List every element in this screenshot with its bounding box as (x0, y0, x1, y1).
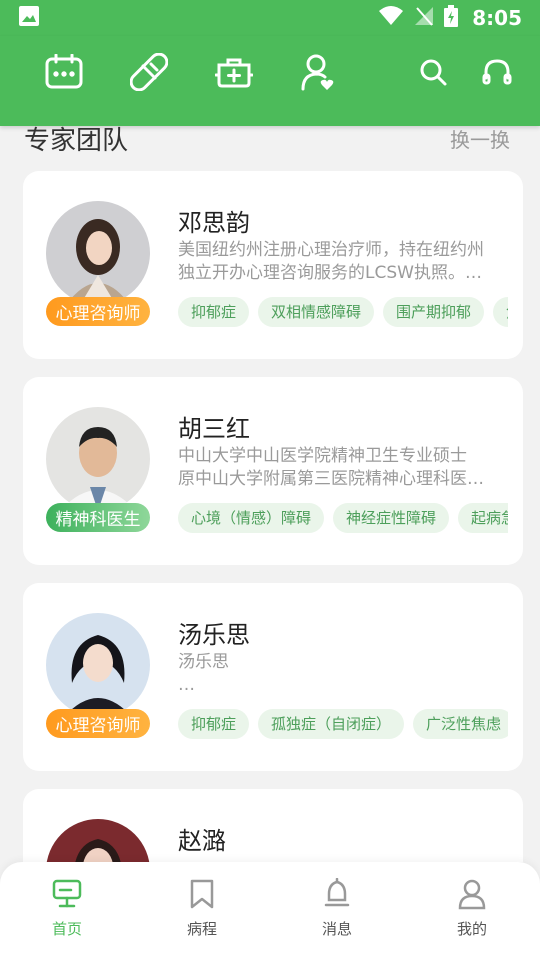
status-bar: 8:05 (0, 0, 540, 36)
battery-charging-icon (444, 5, 459, 31)
description-line: 汤乐思 (178, 652, 229, 672)
nav-profile[interactable]: 我的 (427, 878, 517, 939)
expert-card[interactable]: 赵潞 (23, 789, 523, 862)
user-heart-icon[interactable] (299, 52, 339, 92)
avatar (46, 407, 150, 511)
bottom-nav: 首页 病程 消息 我的 (0, 862, 540, 960)
description-line: 原中山大学附属第三医院精神心理科医… (178, 469, 484, 489)
calendar-icon[interactable] (44, 52, 84, 92)
description-line: … (178, 675, 195, 695)
avatar (46, 613, 150, 717)
role-badge: 精神科医生 (46, 503, 150, 532)
doctor-name: 汤乐思 (178, 621, 250, 649)
bell-icon (321, 877, 353, 914)
avatar (46, 201, 150, 305)
role-badge: 心理咨询师 (46, 709, 150, 738)
specialty-tag: 抑郁症 (178, 297, 250, 327)
specialty-tag: 广泛性焦虑 (413, 709, 508, 739)
doctor-description: 汤乐思 … (178, 651, 508, 697)
doctor-name: 胡三红 (178, 415, 250, 443)
image-notification-icon (18, 5, 40, 31)
wifi-icon (378, 5, 404, 31)
description-line: 美国纽约州注册心理治疗师，持在纽约州 (178, 240, 484, 260)
monitor-icon (51, 878, 83, 914)
specialty-tag: 孤独症（自闭症） (258, 709, 405, 739)
headset-icon[interactable] (477, 52, 517, 92)
specialty-tag: 双相情感障碍 (258, 297, 375, 327)
main-content: 专家团队 换一换 心理咨询师 邓思韵 美国纽约州注册心理治疗师，持在纽约州 独立… (0, 126, 540, 862)
person-icon (456, 878, 488, 914)
tag-list: 抑郁症 孤独症（自闭症） 广泛性焦虑 (178, 709, 508, 739)
bookmark-icon (186, 878, 218, 914)
description-line: 独立开办心理咨询服务的LCSW执照。… (178, 263, 482, 283)
clock: 8:05 (472, 6, 522, 30)
search-icon[interactable] (413, 52, 453, 92)
nav-label: 我的 (456, 920, 487, 938)
description-line: 中山大学中山医学院精神卫生专业硕士 (178, 446, 467, 466)
top-toolbar (0, 36, 540, 126)
nav-course[interactable]: 病程 (157, 878, 247, 939)
medical-kit-icon[interactable] (214, 52, 254, 92)
expert-card[interactable]: 心理咨询师 邓思韵 美国纽约州注册心理治疗师，持在纽约州 独立开办心理咨询服务的… (23, 171, 523, 359)
doctor-name: 邓思韵 (178, 209, 250, 237)
specialty-tag: 焦虑 (493, 297, 508, 327)
specialty-tag: 神经症性障碍 (333, 503, 450, 533)
tag-list: 抑郁症双相情感障碍围产期抑郁焦虑 (178, 297, 508, 327)
section-title: 专家团队 (24, 126, 129, 156)
refresh-button[interactable]: 换一换 (450, 126, 510, 153)
tag-list: 心境（情感）障碍神经症性障碍起病急 (178, 503, 508, 533)
specialty-tag: 起病急 (458, 503, 508, 533)
no-signal-icon (414, 5, 434, 31)
expert-card[interactable]: 心理咨询师 汤乐思 汤乐思 … 抑郁症 孤独症（自闭症） 广泛性焦虑 (23, 583, 523, 771)
nav-label: 病程 (186, 920, 217, 938)
specialty-tag: 围产期抑郁 (383, 297, 485, 327)
specialty-tag: 抑郁症 (178, 709, 250, 739)
doctor-description: 美国纽约州注册心理治疗师，持在纽约州 独立开办心理咨询服务的LCSW执照。… (178, 239, 508, 285)
nav-label: 首页 (51, 920, 82, 938)
doctor-name: 赵潞 (178, 827, 226, 855)
nav-home[interactable]: 首页 (22, 878, 112, 939)
section-header: 专家团队 换一换 (24, 126, 510, 156)
doctor-description: 中山大学中山医学院精神卫生专业硕士 原中山大学附属第三医院精神心理科医… (178, 445, 508, 491)
pill-icon[interactable] (129, 52, 169, 92)
nav-label: 消息 (321, 920, 352, 938)
expert-card[interactable]: 精神科医生 胡三红 中山大学中山医学院精神卫生专业硕士 原中山大学附属第三医院精… (23, 377, 523, 565)
nav-messages[interactable]: 消息 (292, 877, 382, 939)
role-badge: 心理咨询师 (46, 297, 150, 326)
specialty-tag: 心境（情感）障碍 (178, 503, 325, 533)
avatar (46, 819, 150, 862)
